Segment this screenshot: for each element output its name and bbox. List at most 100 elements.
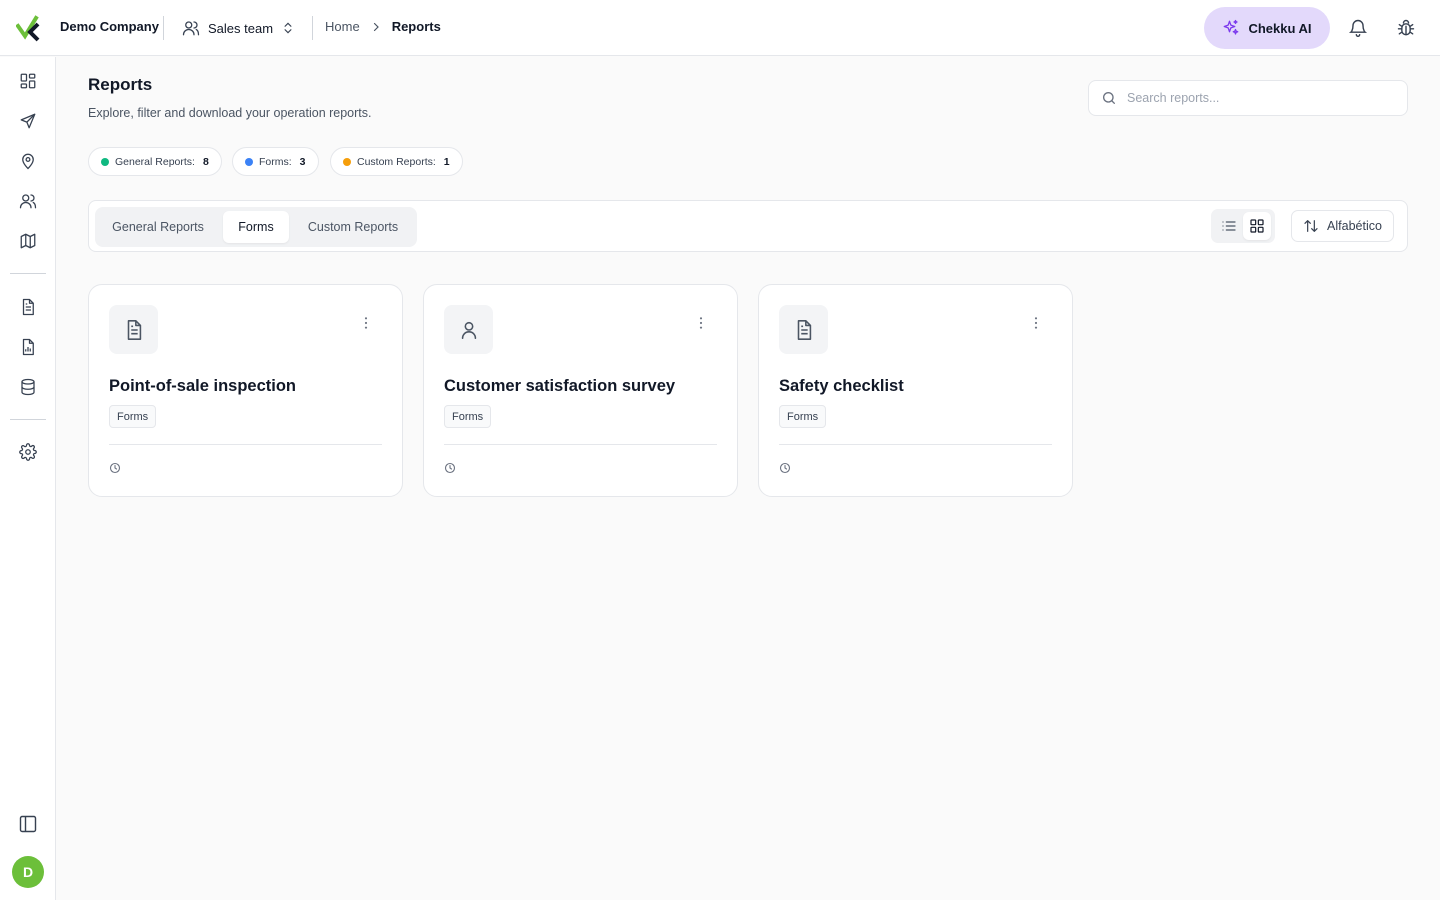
view-toggle [1211, 209, 1275, 243]
breadcrumb: Home Reports [325, 19, 441, 34]
document-icon [797, 319, 811, 340]
chevron-right-icon [373, 22, 379, 31]
header-divider [312, 16, 313, 40]
bell-icon [1348, 19, 1368, 37]
more-vertical-icon [364, 317, 368, 329]
sidebar-divider [10, 419, 46, 420]
sort-label: Alfabético [1327, 219, 1382, 233]
tab-custom-reports[interactable]: Custom Reports [297, 211, 409, 243]
header-divider [163, 16, 164, 40]
grid-icon [1250, 219, 1264, 233]
card-icon-box [109, 305, 158, 354]
sidebar-item-users[interactable] [16, 189, 40, 213]
send-icon [20, 113, 36, 129]
list-view-button[interactable] [1215, 212, 1243, 240]
chekku-ai-button[interactable]: Chekku AI [1204, 7, 1330, 49]
card-divider [444, 444, 717, 445]
location-pin-icon [22, 153, 34, 170]
card-tag: Forms [779, 405, 827, 428]
dashboard-icon [20, 73, 36, 89]
reports-toolbar: General Reports Forms Custom Reports Alf… [88, 200, 1408, 252]
users-icon [182, 21, 200, 36]
card-divider [779, 444, 1052, 445]
search-icon [1103, 92, 1115, 104]
more-vertical-icon [1034, 317, 1038, 329]
report-card[interactable]: Safety checklist Forms [758, 284, 1073, 497]
stat-label: General Reports: [115, 155, 195, 168]
report-tabs: General Reports Forms Custom Reports [95, 207, 417, 247]
user-avatar[interactable]: D [12, 856, 44, 888]
search-input[interactable] [1127, 91, 1387, 105]
database-icon [21, 378, 35, 396]
team-selector[interactable]: Sales team [182, 16, 295, 40]
stat-count: 3 [299, 155, 306, 168]
search-box [1088, 80, 1408, 116]
clock-icon [779, 462, 791, 474]
more-vertical-icon [699, 317, 703, 329]
sort-icon [1304, 220, 1318, 232]
card-title: Safety checklist [779, 377, 904, 395]
status-dot [245, 157, 253, 166]
sidebar-item-reports[interactable] [16, 335, 40, 359]
report-card[interactable]: Point-of-sale inspection Forms [88, 284, 403, 497]
stat-label: Forms: [259, 155, 292, 168]
company-name[interactable]: Demo Company [60, 19, 159, 34]
document-icon [127, 319, 141, 340]
sidebar-item-map[interactable] [16, 229, 40, 253]
chevron-updown-icon [284, 22, 292, 34]
sidebar-item-send[interactable] [16, 109, 40, 133]
card-tag: Forms [444, 405, 492, 428]
status-dot [101, 157, 109, 166]
page-title: Reports [88, 75, 153, 94]
stat-count: 1 [443, 155, 450, 168]
gear-icon [19, 443, 37, 461]
chekku-ai-label: Chekku AI [1248, 20, 1312, 36]
card-icon-box [779, 305, 828, 354]
card-menu-button[interactable] [689, 311, 713, 335]
sidebar-item-database[interactable] [16, 375, 40, 399]
clock-icon [444, 462, 456, 474]
status-dot [343, 157, 351, 166]
stat-label: Custom Reports: [357, 155, 436, 168]
users-icon [19, 194, 37, 209]
report-icon [22, 338, 34, 356]
card-title: Point-of-sale inspection [109, 377, 297, 395]
bug-icon [1397, 19, 1415, 36]
card-title: Customer satisfaction survey [444, 377, 676, 395]
document-icon [22, 298, 34, 316]
card-tag: Forms [109, 405, 157, 428]
breadcrumb-current: Reports [391, 19, 441, 34]
sidebar-item-locations[interactable] [16, 149, 40, 173]
sidebar-divider [10, 273, 46, 274]
notifications-button[interactable] [1346, 16, 1370, 40]
company-logo[interactable] [16, 14, 48, 42]
sort-button[interactable]: Alfabético [1291, 210, 1394, 242]
tab-general-reports[interactable]: General Reports [101, 211, 215, 243]
tab-forms[interactable]: Forms [223, 211, 289, 243]
user-icon [461, 321, 476, 339]
stat-forms: Forms: 3 [232, 147, 319, 176]
card-menu-button[interactable] [1024, 311, 1048, 335]
list-icon [1222, 221, 1236, 231]
report-card[interactable]: Customer satisfaction survey Forms [423, 284, 738, 497]
sidebar: D [0, 57, 56, 900]
card-icon-box [444, 305, 493, 354]
map-icon [20, 233, 36, 249]
sidebar-item-dashboard[interactable] [16, 69, 40, 93]
sidebar-item-settings[interactable] [16, 440, 40, 464]
grid-view-button[interactable] [1243, 212, 1271, 240]
clock-icon [109, 462, 121, 474]
stat-count: 8 [202, 155, 209, 168]
top-header: Demo Company Sales team Home Reports Che… [0, 0, 1440, 56]
sidebar-toggle-icon [19, 815, 37, 833]
sidebar-collapse-button[interactable] [16, 812, 40, 836]
card-menu-button[interactable] [354, 311, 378, 335]
team-name: Sales team [208, 20, 274, 36]
page-subtitle: Explore, filter and download your operat… [88, 106, 372, 120]
stat-general-reports: General Reports: 8 [88, 147, 222, 176]
card-divider [109, 444, 382, 445]
debug-button[interactable] [1394, 16, 1418, 40]
sparkles-icon [1224, 19, 1239, 35]
sidebar-item-documents[interactable] [16, 295, 40, 319]
breadcrumb-home[interactable]: Home [325, 19, 360, 34]
